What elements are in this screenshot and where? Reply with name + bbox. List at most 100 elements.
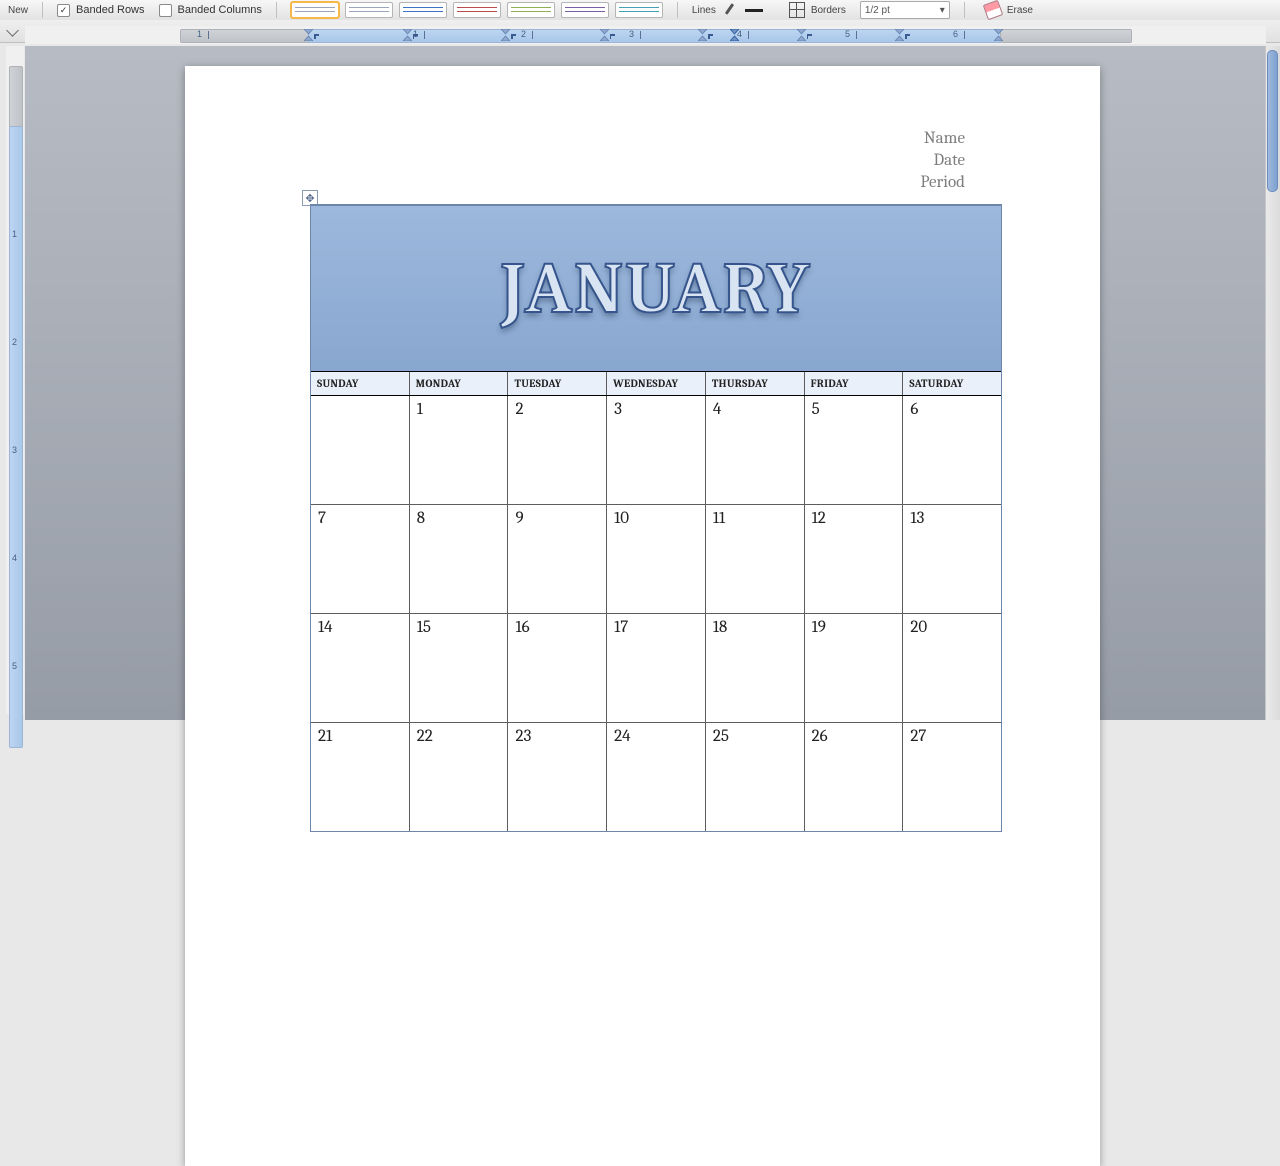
column-indent-marker[interactable] bbox=[600, 29, 609, 41]
new-style-button[interactable]: New bbox=[8, 5, 28, 16]
tab-stop-marker[interactable] bbox=[314, 34, 322, 42]
calendar-week-row: 21222324252627 bbox=[311, 722, 1001, 831]
calendar-week-row: 14151617181920 bbox=[311, 613, 1001, 722]
calendar-day-cell[interactable]: 26 bbox=[805, 722, 904, 831]
calendar-title[interactable]: JANUARY bbox=[501, 247, 812, 330]
calendar-day-cell[interactable]: 1 bbox=[410, 396, 509, 504]
calendar-day-cell[interactable]: 9 bbox=[508, 504, 607, 613]
vertical-ruler[interactable]: 12345 bbox=[6, 46, 24, 714]
document-workspace[interactable]: Name Date Period ✥ JANUARY SUNDAYMONDAYT… bbox=[25, 46, 1280, 720]
tab-stop-marker[interactable] bbox=[511, 34, 519, 42]
calendar-day-cell[interactable]: 27 bbox=[903, 722, 1001, 831]
calendar-day-cell[interactable]: 7 bbox=[311, 504, 410, 613]
vertical-scrollbar-track[interactable] bbox=[1265, 46, 1280, 720]
tab-stop-marker[interactable] bbox=[413, 34, 421, 42]
header-date-line[interactable]: Date bbox=[920, 150, 965, 172]
column-indent-marker[interactable] bbox=[304, 29, 313, 41]
calendar-table[interactable]: JANUARY SUNDAYMONDAYTUESDAYWEDNESDAYTHUR… bbox=[310, 204, 1002, 832]
ruler-number: 6 bbox=[953, 29, 958, 39]
banded-columns-option[interactable]: Banded Columns bbox=[159, 4, 262, 17]
calendar-day-cell[interactable]: 14 bbox=[311, 613, 410, 722]
calendar-day-cell[interactable]: 22 bbox=[410, 722, 509, 831]
ruler-active bbox=[9, 126, 23, 748]
column-indent-marker[interactable] bbox=[501, 29, 510, 41]
separator bbox=[964, 2, 965, 18]
column-indent-marker[interactable] bbox=[797, 29, 806, 41]
column-indent-marker-active[interactable] bbox=[730, 29, 739, 41]
ruler-number: 1 bbox=[12, 229, 17, 239]
header-period-line[interactable]: Period bbox=[920, 172, 965, 194]
calendar-day-header: MONDAY bbox=[410, 372, 509, 395]
column-indent-marker[interactable] bbox=[895, 29, 904, 41]
calendar-day-cell[interactable]: 6 bbox=[903, 396, 1001, 504]
calendar-day-cell[interactable]: 18 bbox=[706, 613, 805, 722]
calendar-day-header: TUESDAY bbox=[508, 372, 607, 395]
header-name-line[interactable]: Name bbox=[920, 128, 965, 150]
ruler-number: 2 bbox=[12, 337, 17, 347]
calendar-day-cell[interactable]: 16 bbox=[508, 613, 607, 722]
calendar-day-cell[interactable]: 24 bbox=[607, 722, 706, 831]
line-weight-dropdown[interactable]: 1/2 pt ▾ bbox=[860, 1, 950, 19]
calendar-day-header: WEDNESDAY bbox=[607, 372, 706, 395]
calendar-day-header: SUNDAY bbox=[311, 372, 410, 395]
table-style-swatch[interactable] bbox=[561, 2, 609, 18]
calendar-day-cell[interactable]: 15 bbox=[410, 613, 509, 722]
calendar-day-cell[interactable]: 2 bbox=[508, 396, 607, 504]
table-style-swatch[interactable] bbox=[399, 2, 447, 18]
calendar-day-cell[interactable]: 23 bbox=[508, 722, 607, 831]
table-style-swatch[interactable] bbox=[291, 2, 339, 18]
table-style-swatch[interactable] bbox=[453, 2, 501, 18]
lines-tool[interactable]: Lines bbox=[692, 3, 763, 17]
calendar-day-cell[interactable]: 4 bbox=[706, 396, 805, 504]
calendar-day-cell[interactable]: 3 bbox=[607, 396, 706, 504]
vertical-scrollbar-thumb[interactable] bbox=[1267, 50, 1278, 192]
tab-stop-marker[interactable] bbox=[610, 34, 618, 42]
ruler-number: 3 bbox=[629, 29, 634, 39]
ruler-margin bbox=[9, 66, 23, 128]
ruler-tick bbox=[208, 31, 209, 39]
tab-stop-marker[interactable] bbox=[807, 34, 815, 42]
calendar-day-cell[interactable]: 13 bbox=[903, 504, 1001, 613]
table-style-swatch[interactable] bbox=[507, 2, 555, 18]
ruler-tick bbox=[964, 31, 965, 39]
page[interactable]: Name Date Period ✥ JANUARY SUNDAYMONDAYT… bbox=[185, 66, 1100, 1166]
borders-tool[interactable]: Borders bbox=[789, 2, 846, 18]
banded-rows-option[interactable]: ✓ Banded Rows bbox=[57, 4, 145, 17]
table-styles-gallery[interactable] bbox=[291, 2, 663, 18]
table-style-swatch[interactable] bbox=[345, 2, 393, 18]
erase-tool[interactable]: Erase bbox=[985, 2, 1033, 18]
lines-label: Lines bbox=[692, 5, 716, 16]
tab-stop-marker[interactable] bbox=[708, 34, 716, 42]
separator bbox=[42, 2, 43, 18]
calendar-day-cell[interactable]: 21 bbox=[311, 722, 410, 831]
pen-color-swatch[interactable] bbox=[745, 9, 763, 12]
header-info-block[interactable]: Name Date Period bbox=[920, 128, 965, 193]
column-indent-marker[interactable] bbox=[994, 29, 1003, 41]
column-indent-marker[interactable] bbox=[403, 29, 412, 41]
calendar-title-row[interactable]: JANUARY bbox=[311, 206, 1001, 371]
calendar-day-cell[interactable]: 12 bbox=[805, 504, 904, 613]
tab-stop-marker[interactable] bbox=[905, 34, 913, 42]
erase-label: Erase bbox=[1007, 5, 1033, 16]
calendar-day-cell[interactable]: 8 bbox=[410, 504, 509, 613]
tab-stop-icon[interactable] bbox=[6, 24, 20, 38]
table-style-swatch[interactable] bbox=[615, 2, 663, 18]
calendar-day-cell[interactable]: 19 bbox=[805, 613, 904, 722]
calendar-day-cell[interactable]: 11 bbox=[706, 504, 805, 613]
horizontal-ruler[interactable]: 1123456 bbox=[25, 26, 1266, 44]
ruler-tick bbox=[640, 31, 641, 39]
ruler-margin bbox=[1000, 29, 1132, 43]
calendar-day-cell[interactable] bbox=[311, 396, 410, 504]
separator bbox=[677, 2, 678, 18]
calendar-day-cell[interactable]: 10 bbox=[607, 504, 706, 613]
checkbox-checked-icon[interactable]: ✓ bbox=[57, 4, 70, 17]
calendar-day-cell[interactable]: 20 bbox=[903, 613, 1001, 722]
column-indent-marker[interactable] bbox=[698, 29, 707, 41]
calendar-day-cell[interactable]: 25 bbox=[706, 722, 805, 831]
checkbox-unchecked-icon[interactable] bbox=[159, 4, 172, 17]
calendar-day-cell[interactable]: 5 bbox=[805, 396, 904, 504]
ruler-tick bbox=[424, 31, 425, 39]
separator bbox=[276, 2, 277, 18]
calendar-day-cell[interactable]: 17 bbox=[607, 613, 706, 722]
line-weight-select[interactable]: 1/2 pt ▾ bbox=[860, 1, 950, 19]
